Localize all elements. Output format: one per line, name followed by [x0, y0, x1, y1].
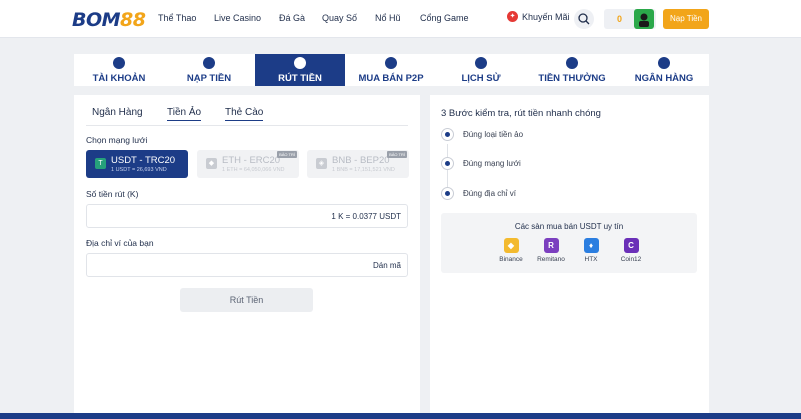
nav-da-ga[interactable]: Đá Gà	[279, 13, 305, 23]
exchange-name: Coin12	[620, 256, 642, 263]
site-logo[interactable]: BOM88	[72, 9, 146, 31]
tab-label: MUA BÁN P2P	[358, 73, 424, 84]
step-label: Đúng loại tiền ảo	[463, 130, 524, 139]
avatar[interactable]	[634, 9, 654, 29]
promo-link[interactable]: ✦ Khuyến Mãi	[507, 11, 570, 22]
bnb-icon: ◈	[316, 158, 327, 169]
step-label: Đúng địa chỉ ví	[463, 189, 516, 198]
maintenance-badge: BẢO TRÌ	[277, 151, 297, 158]
gift-icon: ✦	[507, 11, 518, 22]
tab-label: RÚT TIỀN	[278, 73, 322, 84]
tab-label: TÀI KHOẢN	[92, 73, 146, 84]
network-name: ETH - ERC20	[222, 155, 281, 166]
top-header: BOM88 Thể Thao Live Casino Đá Gà Quay Số…	[0, 0, 801, 38]
tab-label: LỊCH SỬ	[461, 73, 501, 84]
plus-circle-icon	[203, 57, 215, 69]
withdraw-form-panel: Ngân Hàng Tiền Ảo Thẻ Cào Chọn mạng lưới…	[74, 95, 420, 419]
clock-icon	[475, 57, 487, 69]
balance-value: 0	[617, 14, 623, 24]
divider	[86, 125, 408, 126]
amount-label: Số tiền rút (K)	[86, 189, 139, 199]
tab-account[interactable]: TÀI KHOẢN	[74, 54, 164, 86]
search-icon	[578, 13, 590, 25]
maintenance-badge: BẢO TRÌ	[387, 151, 407, 158]
exchange-binance[interactable]: ◆ Binance	[493, 238, 529, 263]
paste-button[interactable]: Dán mã	[373, 261, 401, 270]
withdraw-submit-button[interactable]: Rút Tiền	[180, 288, 313, 312]
wallet-icon	[441, 187, 454, 200]
htx-icon: ♦	[583, 238, 599, 253]
exchange-icon	[385, 57, 397, 69]
network-icon	[441, 157, 454, 170]
nav-the-thao[interactable]: Thể Thao	[158, 13, 196, 23]
network-eth-erc20[interactable]: ◆ ETH - ERC20 1 ETH = 64,050,066 VND BẢO…	[197, 150, 299, 178]
tab-bank[interactable]: NGÂN HÀNG	[619, 54, 709, 86]
network-name: USDT - TRC20	[111, 155, 176, 166]
tab-withdraw[interactable]: RÚT TIỀN	[255, 54, 345, 86]
promo-label: Khuyến Mãi	[522, 11, 570, 22]
exchanges-title: Các sàn mua bán USDT uy tín	[514, 222, 624, 231]
exchanges-box: Các sàn mua bán USDT uy tín ◆ Binance R …	[441, 213, 697, 273]
nav-no-hu[interactable]: Nổ Hũ	[375, 13, 401, 23]
subtab-card[interactable]: Thẻ Cào	[225, 107, 264, 121]
deposit-button[interactable]: Nạp Tiền	[663, 9, 709, 29]
wallet-address-input[interactable]: Dán mã	[86, 253, 408, 277]
network-bnb-bep20[interactable]: ◈ BNB - BEP20 1 BNB = 17,151,521 VND BẢO…	[307, 150, 409, 178]
search-button[interactable]	[574, 9, 594, 29]
network-rate: 1 USDT = 26,693 VND	[111, 167, 167, 173]
exchange-coin12[interactable]: C Coin12	[613, 238, 649, 263]
tab-history[interactable]: LỊCH SỬ	[436, 54, 526, 86]
tab-label: NGÂN HÀNG	[634, 73, 694, 84]
exchange-name: Remitano	[537, 256, 565, 263]
subtab-crypto[interactable]: Tiền Ảo	[167, 107, 202, 121]
bank-icon	[658, 57, 670, 69]
network-rate: 1 BNB = 17,151,521 VND	[332, 167, 395, 173]
coin12-icon: C	[623, 238, 639, 253]
network-usdt-trc20[interactable]: T USDT - TRC20 1 USDT = 26,693 VND	[86, 150, 188, 178]
remitano-icon: R	[543, 238, 559, 253]
nav-quay-so[interactable]: Quay Số	[322, 13, 357, 23]
network-rate: 1 ETH = 64,050,066 VND	[222, 167, 285, 173]
tab-label: NẠP TIỀN	[186, 73, 232, 84]
step-label: Đúng mạng lưới	[463, 159, 521, 168]
bottom-bar	[0, 413, 801, 419]
gift-icon	[566, 57, 578, 69]
exchange-htx[interactable]: ♦ HTX	[573, 238, 609, 263]
nav-cong-game[interactable]: Cổng Game	[420, 13, 469, 23]
ethereum-icon: ◆	[206, 158, 217, 169]
account-tabs: TÀI KHOẢN NẠP TIỀN RÚT TIỀN MUA BÁN P2P …	[74, 54, 709, 86]
tab-deposit[interactable]: NẠP TIỀN	[164, 54, 254, 86]
address-label: Địa chỉ ví của bạn	[86, 238, 154, 248]
exchange-name: Binance	[499, 256, 523, 263]
exchange-remitano[interactable]: R Remitano	[533, 238, 569, 263]
binance-icon: ◆	[503, 238, 519, 253]
tab-label: TIỀN THƯỞNG	[538, 73, 606, 84]
amount-rate: 1 K = 0.0377 USDT	[331, 212, 401, 221]
user-icon	[639, 13, 649, 27]
amount-input[interactable]: 1 K = 0.0377 USDT	[86, 204, 408, 228]
guide-title: 3 Bước kiểm tra, rút tiền nhanh chóng	[441, 108, 601, 119]
coin-icon	[441, 128, 454, 141]
minus-circle-icon	[294, 57, 306, 69]
network-label: Chọn mạng lưới	[86, 135, 148, 145]
tether-icon: T	[95, 158, 106, 169]
network-name: BNB - BEP20	[332, 155, 390, 166]
tab-p2p[interactable]: MUA BÁN P2P	[346, 54, 436, 86]
exchange-name: HTX	[584, 256, 598, 263]
nav-live-casino[interactable]: Live Casino	[214, 13, 261, 23]
subtab-bank[interactable]: Ngân Hàng	[92, 107, 143, 118]
user-circle-icon	[113, 57, 125, 69]
tab-rewards[interactable]: TIỀN THƯỞNG	[527, 54, 617, 86]
withdraw-guide-panel: 3 Bước kiểm tra, rút tiền nhanh chóng Đú…	[430, 95, 709, 419]
